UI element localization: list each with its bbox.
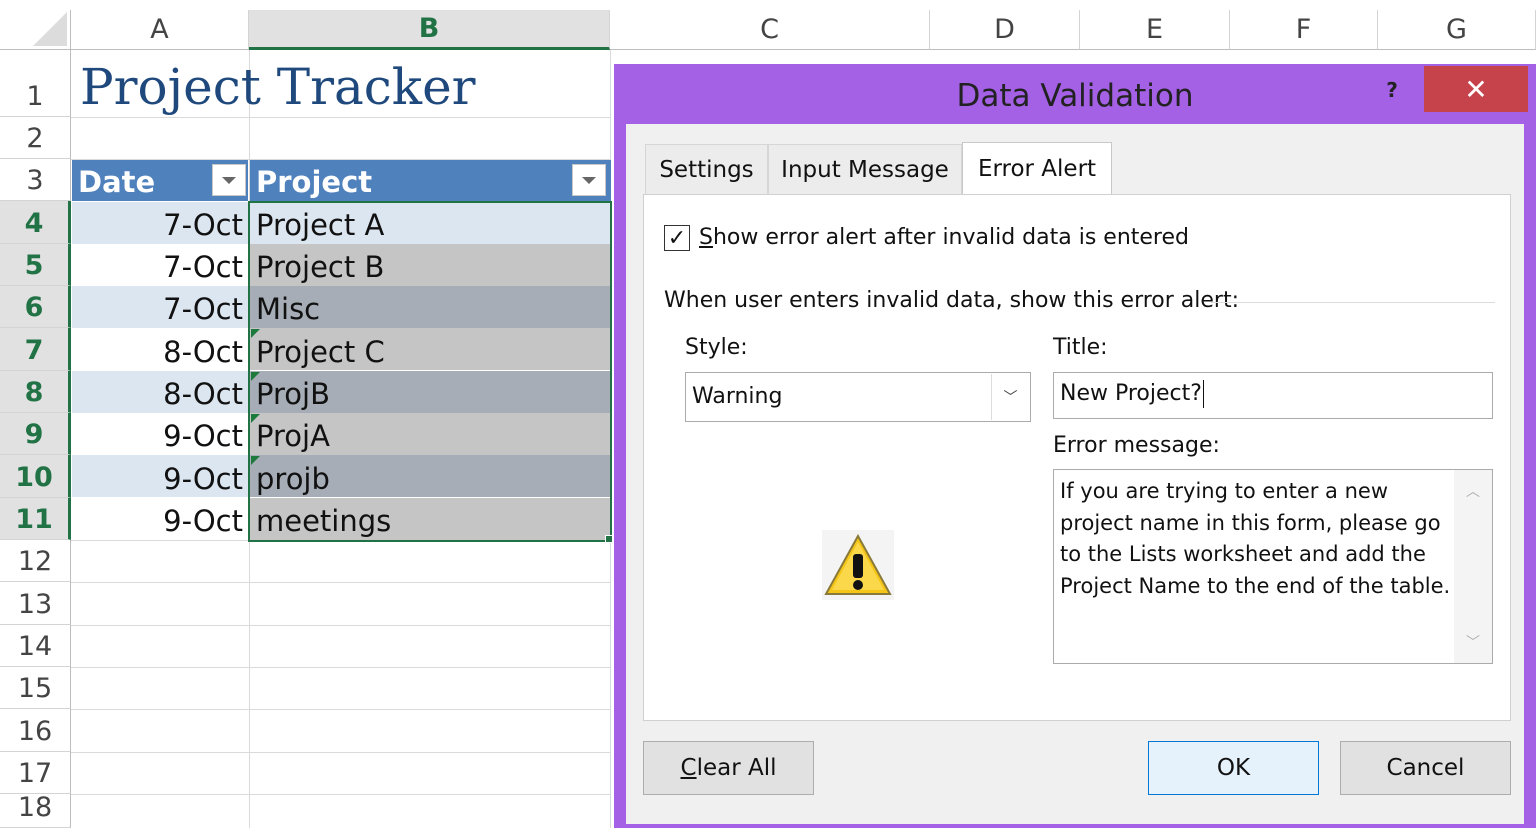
sheet-title[interactable]: Project Tracker (80, 58, 476, 116)
project-cell[interactable]: Misc (250, 286, 610, 328)
table-header-project[interactable]: Project (250, 160, 612, 201)
error-indicator-icon[interactable] (251, 372, 260, 381)
row-header-7[interactable]: 7 (0, 328, 71, 371)
table-header-project-label: Project (256, 165, 373, 199)
date-cell[interactable]: 8-Oct (72, 328, 249, 371)
style-select[interactable]: Warning ﹀ (685, 372, 1031, 422)
warning-icon (822, 530, 894, 600)
style-label: Style: (685, 335, 748, 360)
row-header-9[interactable]: 9 (0, 413, 71, 455)
chevron-down-icon (222, 176, 236, 184)
gridline (71, 709, 611, 710)
row-header-16[interactable]: 16 (0, 709, 71, 752)
filter-dropdown-date[interactable] (212, 164, 246, 196)
title-input-value: New Project? (1060, 380, 1204, 408)
error-message-text: If you are trying to enter a new project… (1060, 479, 1451, 598)
gridline (71, 625, 611, 626)
row-header-10[interactable]: 10 (0, 455, 71, 498)
close-button[interactable]: ✕ (1424, 66, 1528, 112)
divider (1211, 302, 1495, 303)
project-cell[interactable]: Project C (250, 328, 610, 371)
date-cell[interactable]: 9-Oct (72, 455, 249, 498)
access-key: S (699, 225, 713, 250)
gridline (71, 540, 611, 541)
select-all-corner[interactable] (0, 10, 71, 50)
gridline (71, 752, 611, 753)
date-cell[interactable]: 9-Oct (72, 498, 249, 540)
data-validation-dialog: Data Validation ? ✕ Settings Input Messa… (614, 64, 1536, 828)
title-input[interactable]: New Project? (1053, 372, 1493, 419)
error-alert-panel: ✓ Show error alert after invalid data is… (643, 194, 1511, 721)
project-cell[interactable]: projb (250, 455, 610, 498)
row-header-4[interactable]: 4 (0, 201, 71, 244)
text-caret (1202, 380, 1204, 408)
ok-button[interactable]: OK (1148, 741, 1319, 795)
row-header-14[interactable]: 14 (0, 625, 71, 667)
error-indicator-icon[interactable] (251, 456, 260, 465)
show-alert-label[interactable]: Show error alert after invalid data is e… (699, 225, 1189, 250)
scroll-down-icon[interactable]: ﹀ (1454, 627, 1492, 657)
column-header-a[interactable]: A (71, 10, 249, 50)
style-select-value: Warning (692, 384, 783, 409)
row-header-6[interactable]: 6 (0, 286, 71, 328)
gridline (71, 582, 611, 583)
filter-dropdown-project[interactable] (572, 164, 606, 196)
row-header-3[interactable]: 3 (0, 159, 71, 201)
gridline (71, 667, 611, 668)
table-header-date-label: Date (78, 165, 156, 199)
help-button[interactable]: ? (1376, 74, 1408, 106)
project-cell[interactable]: ProjB (250, 371, 610, 413)
section-label: When user enters invalid data, show this… (664, 288, 1240, 313)
column-header-g[interactable]: G (1378, 10, 1536, 50)
fill-handle[interactable] (605, 535, 613, 543)
gridline (71, 117, 611, 118)
row-header-18[interactable]: 18 (0, 792, 71, 828)
scroll-up-icon[interactable]: ︿ (1454, 476, 1492, 506)
textarea-scrollbar[interactable]: ︿ ﹀ (1454, 470, 1492, 663)
title-input-text: New Project? (1060, 381, 1202, 406)
date-cell[interactable]: 7-Oct (72, 286, 249, 328)
row-header-17[interactable]: 17 (0, 752, 71, 794)
project-cell[interactable]: meetings (250, 498, 610, 540)
row-header-2[interactable]: 2 (0, 117, 71, 159)
project-cell[interactable]: Project B (250, 244, 610, 286)
column-header-c[interactable]: C (610, 10, 930, 50)
project-cell[interactable]: Project A (250, 202, 610, 244)
date-cell[interactable]: 7-Oct (72, 244, 249, 286)
access-key: C (680, 755, 697, 781)
row-header-13[interactable]: 13 (0, 582, 71, 625)
show-alert-checkbox[interactable]: ✓ (664, 225, 690, 251)
error-indicator-icon[interactable] (251, 414, 260, 423)
date-cell[interactable]: 7-Oct (72, 202, 249, 244)
error-message-textarea[interactable]: If you are trying to enter a new project… (1053, 469, 1493, 664)
column-header-e[interactable]: E (1080, 10, 1230, 50)
date-cell[interactable]: 8-Oct (72, 371, 249, 413)
checkmark-icon: ✓ (667, 225, 687, 251)
project-cell[interactable]: ProjA (250, 413, 610, 455)
gridline (71, 794, 611, 795)
date-cell[interactable]: 9-Oct (72, 413, 249, 455)
clear-all-label: lear All (696, 755, 777, 781)
show-alert-label-text: how error alert after invalid data is en… (712, 225, 1189, 250)
title-label: Title: (1053, 335, 1108, 360)
row-header-12[interactable]: 12 (0, 540, 71, 582)
column-header-b[interactable]: B (249, 10, 610, 50)
tab-input-message[interactable]: Input Message (768, 144, 962, 194)
chevron-down-icon (582, 176, 596, 184)
column-header-d[interactable]: D (930, 10, 1080, 50)
error-indicator-icon[interactable] (251, 329, 260, 338)
dialog-body: Settings Input Message Error Alert ✓ Sho… (626, 124, 1524, 824)
row-header-8[interactable]: 8 (0, 371, 71, 413)
row-header-11[interactable]: 11 (0, 498, 71, 540)
error-message-label: Error message: (1053, 433, 1220, 458)
cancel-button[interactable]: Cancel (1340, 741, 1511, 795)
clear-all-button[interactable]: Clear All (643, 741, 814, 795)
tab-error-alert[interactable]: Error Alert (962, 142, 1112, 195)
row-header-5[interactable]: 5 (0, 244, 71, 286)
chevron-down-icon[interactable]: ﹀ (991, 374, 1029, 420)
column-header-f[interactable]: F (1230, 10, 1378, 50)
row-header-15[interactable]: 15 (0, 667, 71, 709)
tab-settings[interactable]: Settings (645, 144, 768, 194)
row-header-1[interactable]: 1 (0, 50, 71, 117)
